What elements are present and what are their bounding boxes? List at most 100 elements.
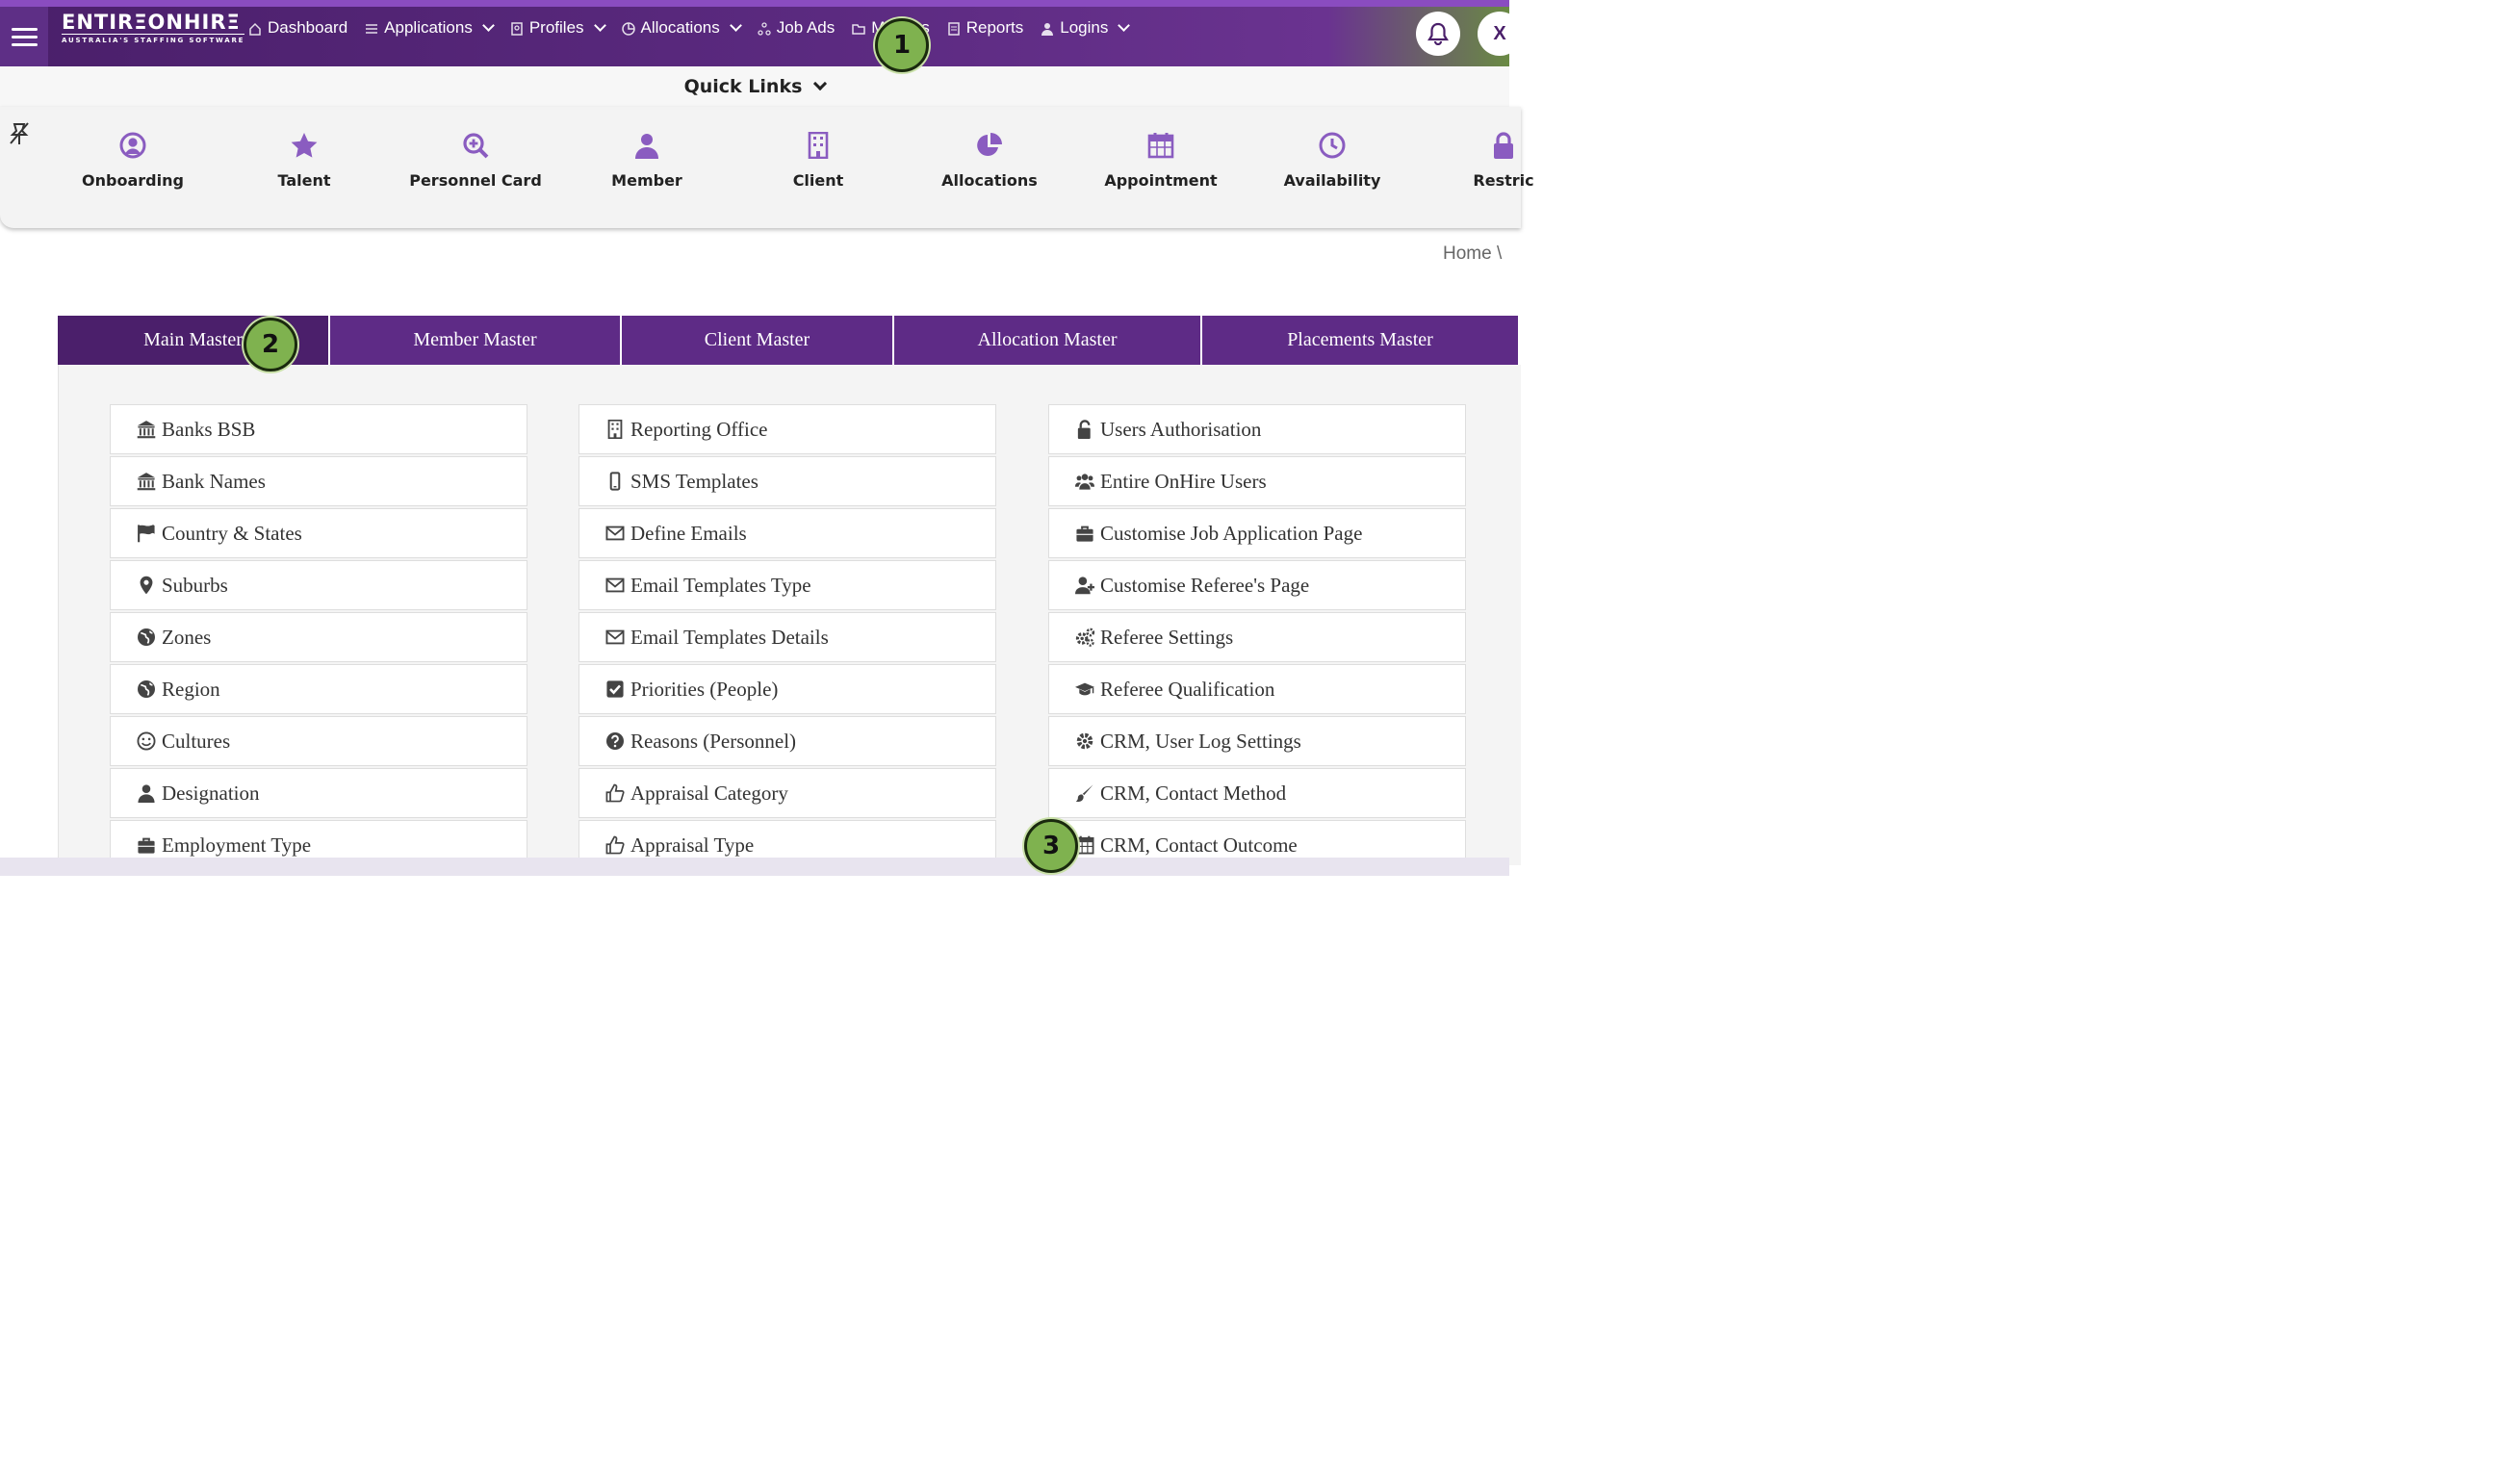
quick-link-appointment[interactable]: Appointment	[1074, 131, 1247, 190]
master-item-email-templates-type[interactable]: Email Templates Type	[579, 560, 996, 610]
master-item-sms-templates[interactable]: SMS Templates	[579, 456, 996, 506]
quick-link-availability[interactable]: Availability	[1246, 131, 1419, 190]
quick-link-allocations[interactable]: Allocations	[903, 131, 1076, 190]
master-item-email-templates-details[interactable]: Email Templates Details	[579, 612, 996, 662]
master-item-appraisal-category[interactable]: Appraisal Category	[579, 768, 996, 818]
master-column-3: Users Authorisation Entire OnHire Users Cu…	[1048, 404, 1466, 872]
master-item-country-states[interactable]: Country & States	[110, 508, 527, 558]
smile-icon	[136, 730, 159, 752]
chevron-down-icon	[813, 76, 828, 91]
quick-link-label: Talent	[277, 171, 331, 190]
quick-links-toggle[interactable]: Quick Links	[0, 66, 1509, 107]
nav-label: Reports	[965, 18, 1024, 37]
step-marker-3: 3	[1024, 819, 1078, 873]
envelope-icon	[604, 575, 628, 596]
hamburger-menu-icon[interactable]	[0, 7, 48, 66]
globe-icon	[136, 627, 159, 648]
quick-link-label: Allocations	[941, 171, 1038, 190]
master-column-2: Reporting Office SMS Templates Define Emai…	[579, 404, 996, 872]
master-item-label: SMS Templates	[630, 469, 759, 493]
master-item-label: Banks BSB	[162, 417, 256, 441]
bank-icon	[136, 419, 159, 440]
user-avatar[interactable]: X	[1478, 12, 1522, 56]
master-item-zones[interactable]: Zones	[110, 612, 527, 662]
master-item-label: Country & States	[162, 521, 302, 545]
nav-label: Dashboard	[268, 18, 348, 37]
briefcase-icon	[136, 834, 159, 856]
document-icon	[947, 21, 961, 36]
user-circle-icon	[46, 131, 219, 160]
master-item-suburbs[interactable]: Suburbs	[110, 560, 527, 610]
master-item-define-emails[interactable]: Define Emails	[579, 508, 996, 558]
master-item-customise-job-application-page[interactable]: Customise Job Application Page	[1048, 508, 1466, 558]
master-item-label: Referee Qualification	[1100, 677, 1275, 701]
quick-link-client[interactable]: Client	[732, 131, 905, 190]
master-item-label: CRM, Contact Outcome	[1100, 833, 1298, 857]
nav-applications[interactable]: Applications	[365, 18, 495, 38]
globe-icon	[136, 679, 159, 700]
flag-icon	[136, 523, 159, 544]
quick-link-talent[interactable]: Talent	[218, 131, 391, 190]
cogs-icon	[1074, 627, 1097, 648]
chevron-down-icon	[593, 19, 606, 32]
quick-link-member[interactable]: Member	[560, 131, 733, 190]
master-item-crm-contact-method[interactable]: CRM, Contact Method	[1048, 768, 1466, 818]
list-icon	[365, 21, 378, 35]
tab-member-master[interactable]: Member Master	[330, 316, 622, 365]
master-item-priorities-people[interactable]: Priorities (People)	[579, 664, 996, 714]
user-plus-icon	[1074, 575, 1097, 596]
master-item-label: CRM, User Log Settings	[1100, 729, 1301, 753]
tab-allocation-master[interactable]: Allocation Master	[894, 316, 1202, 365]
nav-dashboard[interactable]: Dashboard	[248, 18, 347, 38]
quick-link-onboarding[interactable]: Onboarding	[46, 131, 219, 190]
master-item-region[interactable]: Region	[110, 664, 527, 714]
master-item-label: Users Authorisation	[1100, 417, 1262, 441]
master-item-referee-qualification[interactable]: Referee Qualification	[1048, 664, 1466, 714]
thumbs-up-icon	[604, 834, 628, 856]
tab-client-master[interactable]: Client Master	[622, 316, 894, 365]
master-item-referee-settings[interactable]: Referee Settings	[1048, 612, 1466, 662]
chevron-down-icon	[1118, 19, 1131, 32]
master-item-entire-onhire-users[interactable]: Entire OnHire Users	[1048, 456, 1466, 506]
check-square-icon	[604, 679, 628, 700]
nav-logins[interactable]: Logins	[1041, 18, 1131, 38]
building-icon	[732, 131, 905, 160]
master-item-customise-referee-s-page[interactable]: Customise Referee's Page	[1048, 560, 1466, 610]
clock-icon	[1246, 131, 1419, 160]
master-item-designation[interactable]: Designation	[110, 768, 527, 818]
main-menu: Dashboard Applications Profiles Allocations…	[248, 16, 1145, 39]
nav-profiles[interactable]: Profiles	[510, 18, 606, 38]
logo[interactable]: ENTIRΞONHIRΞ AUSTRALIA'S STAFFING SOFTWA…	[62, 11, 245, 44]
master-item-bank-names[interactable]: Bank Names	[110, 456, 527, 506]
nav-allocations[interactable]: Allocations	[621, 18, 742, 38]
master-item-users-authorisation[interactable]: Users Authorisation	[1048, 404, 1466, 454]
quick-link-label: Onboarding	[82, 171, 184, 190]
envelope-icon	[604, 627, 628, 648]
nav-job-ads[interactable]: Job Ads	[758, 18, 836, 38]
unpin-icon[interactable]	[9, 121, 30, 151]
quick-link-personnel-card[interactable]: Personnel Card	[389, 131, 562, 190]
briefcase-icon	[1074, 523, 1097, 544]
horizontal-scrollbar[interactable]	[0, 858, 1509, 876]
master-item-reporting-office[interactable]: Reporting Office	[579, 404, 996, 454]
notification-bell-icon[interactable]	[1416, 12, 1460, 56]
gear-icon	[1074, 730, 1097, 752]
master-item-label: CRM, Contact Method	[1100, 781, 1287, 805]
master-item-crm-user-log-settings[interactable]: CRM, User Log Settings	[1048, 716, 1466, 766]
top-navbar: ENTIRΞONHIRΞ AUSTRALIA'S STAFFING SOFTWA…	[0, 0, 1522, 66]
quick-links-title: Quick Links	[683, 76, 803, 97]
map-marker-icon	[136, 575, 159, 596]
tab-placements-master[interactable]: Placements Master	[1202, 316, 1520, 365]
master-item-banks-bsb[interactable]: Banks BSB	[110, 404, 527, 454]
master-item-label: Region	[162, 677, 220, 701]
master-item-reasons-personnel[interactable]: Reasons (Personnel)	[579, 716, 996, 766]
nav-label: Job Ads	[776, 18, 836, 37]
user-icon	[1041, 21, 1054, 36]
quick-link-restric[interactable]: Restric	[1417, 131, 1590, 190]
master-column-1: Banks BSB Bank Names Country & States Subur…	[110, 404, 527, 872]
breadcrumb[interactable]: Home \	[1443, 244, 1502, 265]
unlock-icon	[1074, 419, 1097, 440]
nav-reports[interactable]: Reports	[947, 18, 1024, 38]
master-item-label: Cultures	[162, 729, 231, 753]
master-item-cultures[interactable]: Cultures	[110, 716, 527, 766]
